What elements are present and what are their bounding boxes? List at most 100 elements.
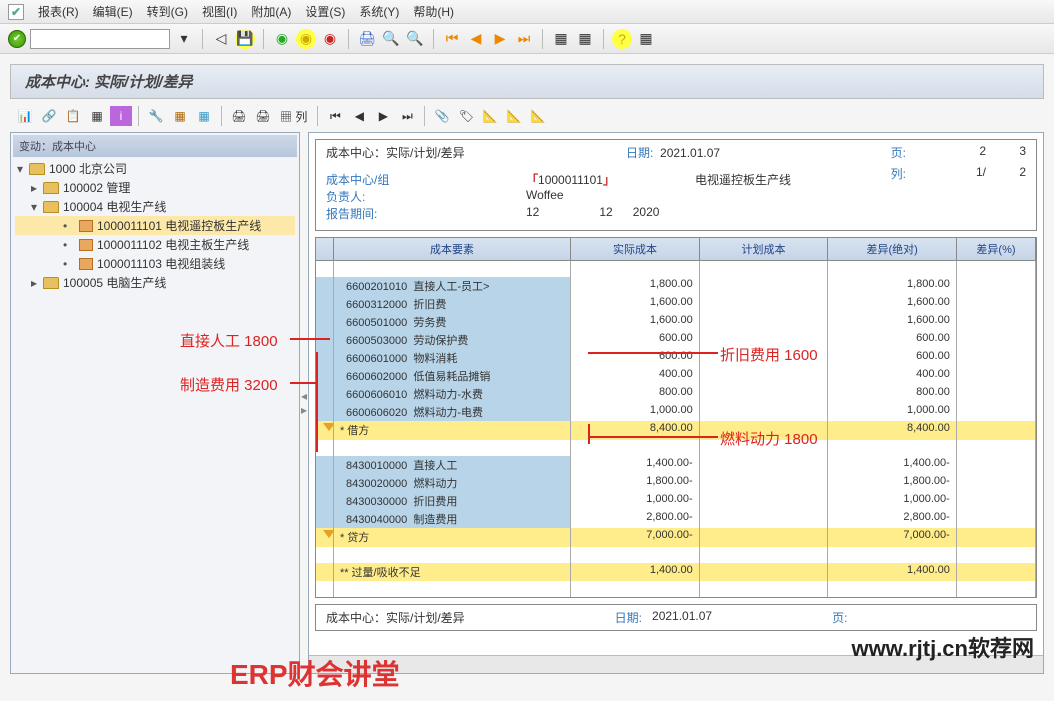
find-icon[interactable]: 🔍 xyxy=(381,29,401,49)
nav-last[interactable]: ⏭ xyxy=(396,106,418,126)
cancel-icon[interactable]: ◉ xyxy=(320,29,340,49)
findnext-icon[interactable]: 🔍 xyxy=(405,29,425,49)
cc-desc: 电视遥控板生产线 xyxy=(695,171,791,188)
newsession-icon[interactable]: ▦ xyxy=(551,29,571,49)
tree-node-pc[interactable]: ▸100005 电脑生产线 xyxy=(15,273,295,292)
table-row[interactable]: 6600602000 低值易耗品摊销 400.00 400.00 xyxy=(316,367,1036,385)
tool-5[interactable]: i xyxy=(110,106,132,126)
splitter[interactable]: ◂▸ xyxy=(300,132,308,674)
dropdown-icon[interactable]: ▾ xyxy=(174,29,194,49)
exit-icon[interactable]: ◉ xyxy=(296,29,316,49)
credit-row[interactable]: * 贷方 7,000.00- 7,000.00- xyxy=(316,528,1036,547)
costcenter-icon xyxy=(79,239,93,251)
table-row[interactable]: 8430040000 制造费用 2,800.00- 2,800.00- xyxy=(316,510,1036,528)
tree-leaf-1101[interactable]: •1000011101 电视遥控板生产线 xyxy=(15,216,295,235)
hdr-pct: 差异(%) xyxy=(957,238,1036,261)
tool-2[interactable]: 🔗 xyxy=(38,106,60,126)
tool-col-btn[interactable]: ▦ 列 xyxy=(276,108,311,125)
tool-13[interactable]: 📐 xyxy=(479,106,501,126)
nav-first[interactable]: ⏮ xyxy=(324,106,346,126)
tree-root[interactable]: ▾1000 北京公司 xyxy=(15,159,295,178)
prev-icon[interactable]: ◀ xyxy=(466,29,486,49)
hdr-var: 差异(绝对) xyxy=(828,238,957,261)
table-row[interactable]: 6600606010 燃料动力-水费 800.00 800.00 xyxy=(316,385,1036,403)
tool-14[interactable]: 📐 xyxy=(503,106,525,126)
tree-pane: 变动：成本中心 ▾1000 北京公司 ▸100002 管理 ▾100004 电视… xyxy=(10,132,300,674)
annot-depr: 折旧费用 1600 xyxy=(720,344,818,365)
tree-leaf-1103[interactable]: •1000011103 电视组装线 xyxy=(15,254,295,273)
annot-fuel: 燃料动力 1800 xyxy=(720,428,818,449)
tool-1[interactable]: 📊 xyxy=(14,106,36,126)
menu-check-icon[interactable]: ✔ xyxy=(8,4,24,20)
help-icon[interactable]: ? xyxy=(612,29,632,49)
tool-7[interactable]: ▦ xyxy=(169,106,191,126)
table-row[interactable]: 8430030000 折旧费用 1,000.00- 1,000.00- xyxy=(316,492,1036,510)
table-row[interactable]: 6600606020 燃料动力-电费 1,000.00 1,000.00 xyxy=(316,403,1036,421)
tool-12[interactable]: 🏷 xyxy=(455,106,477,126)
nav-prev[interactable]: ◀ xyxy=(348,106,370,126)
save-icon[interactable]: 💾 xyxy=(235,29,255,49)
table-row[interactable]: 8430010000 直接人工 1,400.00- 1,400.00- xyxy=(316,456,1036,474)
menu-view[interactable]: 视图(I) xyxy=(202,3,237,20)
print-icon[interactable]: 🖨 xyxy=(357,29,377,49)
enter-button[interactable]: ✔ xyxy=(8,30,26,48)
costcenter-icon xyxy=(79,258,93,270)
tool-9[interactable]: 🖨 xyxy=(228,106,250,126)
cc-value: 1000011101 xyxy=(538,173,603,187)
tool-15[interactable]: 📐 xyxy=(527,106,549,126)
footer-title: 成本中心：实际/计划/差异 xyxy=(326,609,465,626)
tool-3[interactable]: 📋 xyxy=(62,106,84,126)
col-from: 1/ xyxy=(976,165,986,179)
tree-header: 变动：成本中心 xyxy=(13,135,297,157)
report-table: 成本要素 实际成本 计划成本 差异(绝对) 差异(%) 6600201010 直… xyxy=(315,237,1037,598)
menu-help[interactable]: 帮助(H) xyxy=(413,3,454,20)
table-row[interactable]: 8430020000 燃料动力 1,800.00- 1,800.00- xyxy=(316,474,1036,492)
costcenter-icon xyxy=(79,220,93,232)
hdr-plan: 计划成本 xyxy=(700,238,829,261)
table-row[interactable]: 6600503000 劳动保护费 600.00 600.00 xyxy=(316,331,1036,349)
menu-system[interactable]: 系统(Y) xyxy=(359,3,399,20)
nav-next[interactable]: ▶ xyxy=(372,106,394,126)
funnel-icon xyxy=(322,529,334,543)
footer-page-lbl: 页: xyxy=(832,609,847,626)
menu-goto[interactable]: 转到(G) xyxy=(147,3,188,20)
menu-settings[interactable]: 设置(S) xyxy=(305,3,345,20)
period-label: 报告期间: xyxy=(326,205,446,222)
hdr-element: 成本要素 xyxy=(334,238,571,261)
first-icon[interactable]: ⏮ xyxy=(442,29,462,49)
footer-date-lbl: 日期: xyxy=(615,609,642,626)
report-pane: 成本中心：实际/计划/差异 日期: 2021.01.07 页: 2 3 列: 1… xyxy=(308,132,1044,674)
resp-value: Woffee xyxy=(526,188,564,205)
menu-edit[interactable]: 编辑(E) xyxy=(93,3,133,20)
menu-extras[interactable]: 附加(A) xyxy=(251,3,291,20)
shortcut-icon[interactable]: ▦ xyxy=(575,29,595,49)
watermark-url: www.rjtj.cn软荐网 xyxy=(851,631,1034,663)
next-icon[interactable]: ▶ xyxy=(490,29,510,49)
report-footer: 成本中心：实际/计划/差异 日期: 2021.01.07 页: xyxy=(315,604,1037,631)
table-row[interactable]: 6600501000 劳务费 1,600.00 1,600.00 xyxy=(316,313,1036,331)
folder-icon xyxy=(43,182,59,194)
layout-icon[interactable]: ▦ xyxy=(636,29,656,49)
menu-report[interactable]: 报表(R) xyxy=(38,3,79,20)
command-field[interactable] xyxy=(30,29,170,49)
tree-node-mgmt[interactable]: ▸100002 管理 xyxy=(15,178,295,197)
last-icon[interactable]: ⏭ xyxy=(514,29,534,49)
annot-direct-labor: 直接人工 1800 xyxy=(180,330,278,351)
tool-11[interactable]: 📎 xyxy=(431,106,453,126)
resp-label: 负责人: xyxy=(326,188,446,205)
tool-6[interactable]: 🔧 xyxy=(145,106,167,126)
table-row[interactable]: 6600201010 直接人工-员工> 1,800.00 1,800.00 xyxy=(316,277,1036,295)
annot-mfg-cost: 制造费用 3200 xyxy=(180,374,278,395)
tool-4[interactable]: ▦ xyxy=(86,106,108,126)
back-icon[interactable]: ◁ xyxy=(211,29,231,49)
table-header: 成本要素 实际成本 计划成本 差异(绝对) 差异(%) xyxy=(316,238,1036,261)
tree-leaf-1102[interactable]: •1000011102 电视主板生产线 xyxy=(15,235,295,254)
back2-icon[interactable]: ◉ xyxy=(272,29,292,49)
over-row[interactable]: ** 过量/吸收不足 1,400.00 1,400.00 xyxy=(316,563,1036,581)
col-label: 列: xyxy=(891,165,906,182)
tool-10[interactable]: 🖨 xyxy=(252,106,274,126)
tree-node-tv[interactable]: ▾100004 电视生产线 xyxy=(15,197,295,216)
tool-8[interactable]: ▦ xyxy=(193,106,215,126)
table-row[interactable]: 6600312000 折旧费 1,600.00 1,600.00 xyxy=(316,295,1036,313)
watermark-erp: ERP财会讲堂 xyxy=(230,653,400,693)
